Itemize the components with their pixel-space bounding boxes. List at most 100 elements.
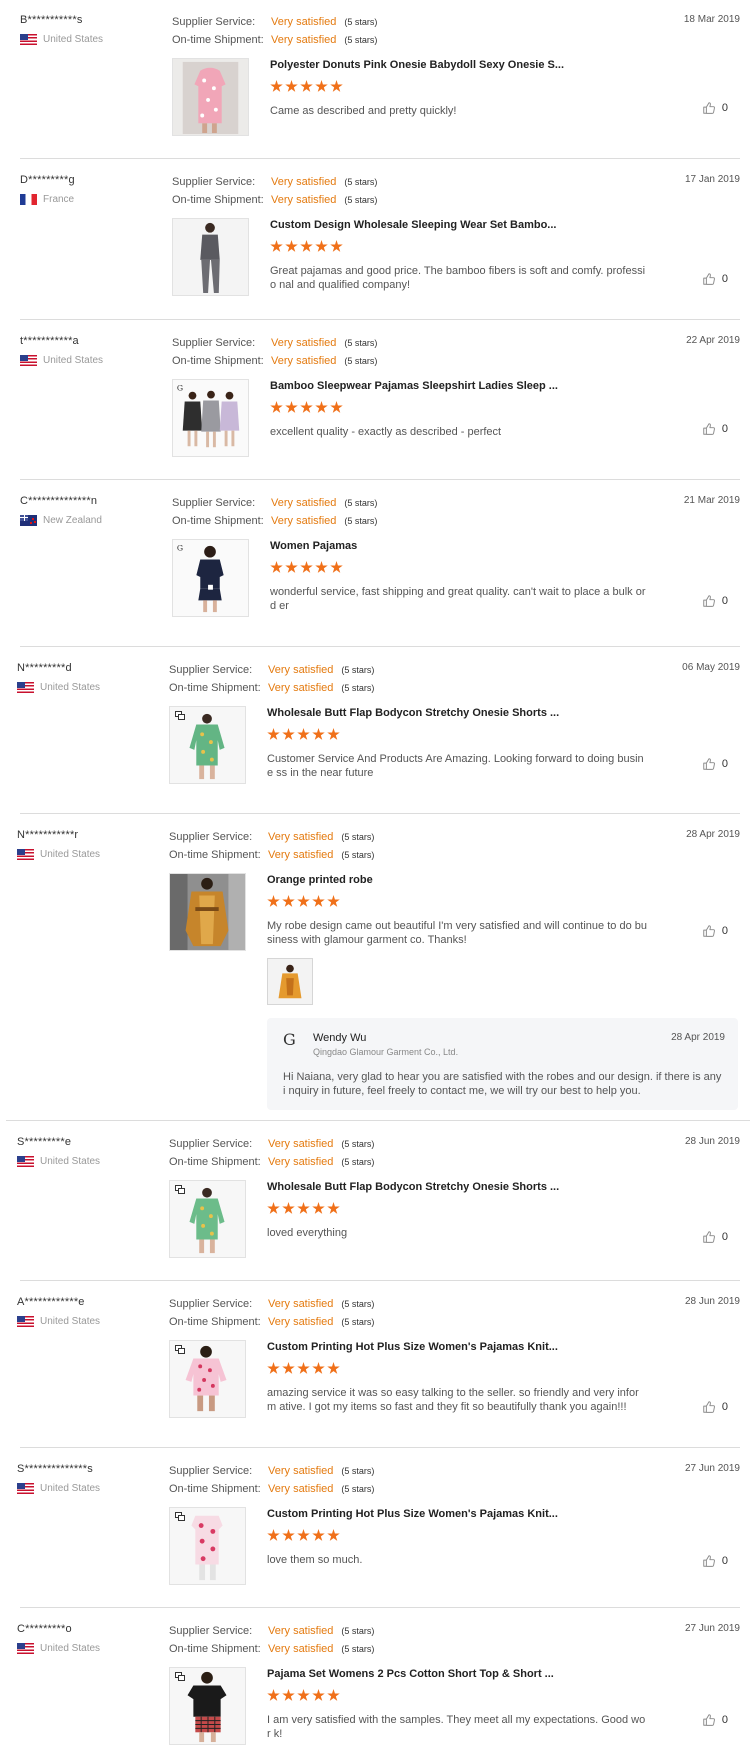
thumbs-up-icon[interactable]: [702, 422, 716, 436]
buyer-name: S**************s: [17, 1463, 93, 1475]
like-count: 0: [721, 1555, 728, 1567]
thumbs-up-icon[interactable]: [702, 1554, 716, 1568]
shipment-rating: On-time Shipment: Very satisfied (5 stars): [169, 679, 374, 697]
like-button[interactable]: 0: [702, 272, 728, 286]
like-button[interactable]: 0: [702, 594, 728, 608]
review-comment: Customer Service And Products Are Amazin…: [267, 753, 644, 779]
shipment-rating: On-time Shipment: Very satisfied (5 stars): [169, 846, 374, 864]
us-flag-icon: [17, 1642, 34, 1654]
product-thumbnail[interactable]: [169, 1507, 246, 1585]
supplier-service-rating: Supplier Service: Very satisfied (5 stars): [169, 1295, 374, 1313]
like-button[interactable]: 0: [702, 1400, 728, 1414]
thumbs-up-icon[interactable]: [702, 272, 716, 286]
thumbs-up-icon[interactable]: [702, 1400, 716, 1414]
star-icon: [297, 1689, 310, 1701]
like-button[interactable]: 0: [702, 1713, 728, 1727]
star-icon: [300, 240, 313, 252]
thumbs-up-icon[interactable]: [702, 594, 716, 608]
product-thumbnail[interactable]: [172, 218, 249, 296]
star-rating: [270, 240, 690, 254]
buyer-info: A************e United States: [17, 1295, 157, 1327]
us-flag-icon: [17, 1315, 34, 1327]
product-info: Wholesale Butt Flap Bodycon Stretchy One…: [267, 706, 687, 780]
review-date: 18 Mar 2019: [683, 14, 740, 25]
star-rating: [270, 80, 690, 94]
supplier-service-label: Supplier Service:: [169, 1298, 253, 1310]
product-title-link[interactable]: Bamboo Sleepwear Pajamas Sleepshirt Ladi…: [270, 379, 690, 393]
product-title-link[interactable]: Wholesale Butt Flap Bodycon Stretchy One…: [267, 706, 687, 720]
us-flag-icon: [20, 33, 37, 45]
product-thumbnail[interactable]: G: [172, 379, 249, 457]
shipment-value: Very satisfied: [268, 1156, 334, 1168]
supplier-service-rating: Supplier Service: Very satisfied (5 stars): [172, 173, 377, 191]
product-thumbnail[interactable]: [169, 1180, 246, 1258]
star-icon: [312, 895, 325, 907]
like-button[interactable]: 0: [702, 757, 728, 771]
product-info: Bamboo Sleepwear Pajamas Sleepshirt Ladi…: [270, 379, 690, 439]
review-date: 17 Jan 2019: [684, 174, 740, 185]
thumbs-up-icon[interactable]: [702, 1230, 716, 1244]
review-photo[interactable]: [267, 958, 313, 1005]
buyer-name: A************e: [17, 1296, 85, 1308]
ratings: Supplier Service: Very satisfied (5 stars)…: [172, 173, 377, 209]
product-title-link[interactable]: Custom Design Wholesale Sleeping Wear Se…: [270, 218, 690, 232]
like-count: 0: [721, 1231, 728, 1243]
supplier-service-value: Very satisfied: [268, 1465, 334, 1477]
shipment-label: On-time Shipment:: [169, 849, 261, 861]
shipment-label: On-time Shipment:: [172, 515, 264, 527]
france-flag-icon: [20, 193, 37, 205]
star-icon: [327, 728, 340, 740]
like-count: 0: [721, 423, 728, 435]
like-button[interactable]: 0: [702, 422, 728, 436]
product-thumbnail[interactable]: [169, 1667, 246, 1745]
star-icon: [315, 401, 328, 413]
supplier-service-stars: (5 stars): [344, 498, 378, 508]
thumbs-up-icon[interactable]: [702, 1713, 716, 1727]
product-title-link[interactable]: Custom Printing Hot Plus Size Women's Pa…: [267, 1340, 687, 1354]
like-button[interactable]: 0: [702, 101, 728, 115]
product-thumbnail[interactable]: [169, 706, 246, 784]
review-comment: love them so much.: [267, 1554, 363, 1566]
product-thumbnail[interactable]: [169, 873, 246, 951]
review-date: 28 Jun 2019: [684, 1136, 740, 1147]
review-divider: [20, 813, 740, 814]
product-thumbnail[interactable]: [172, 58, 249, 136]
product-title-link[interactable]: Wholesale Butt Flap Bodycon Stretchy One…: [267, 1180, 687, 1194]
product-thumbnail[interactable]: [169, 1340, 246, 1418]
thumbs-up-icon[interactable]: [702, 924, 716, 938]
review-comment: wonderful service, fast shipping and gre…: [270, 586, 646, 612]
shipment-value: Very satisfied: [268, 1316, 334, 1328]
star-icon: [330, 80, 343, 92]
ratings: Supplier Service: Very satisfied (5 stars)…: [169, 1295, 374, 1331]
star-rating: [267, 728, 687, 742]
thumbs-up-icon[interactable]: [702, 757, 716, 771]
reply-company: Qingdao Glamour Garment Co., Ltd.: [313, 1047, 459, 1057]
buyer-country: United States: [17, 1155, 157, 1167]
product-title-link[interactable]: Custom Printing Hot Plus Size Women's Pa…: [267, 1507, 687, 1521]
supplier-service-value: Very satisfied: [268, 1298, 334, 1310]
like-button[interactable]: 0: [702, 924, 728, 938]
supplier-logo: G: [283, 1030, 296, 1049]
product-title-link[interactable]: Polyester Donuts Pink Onesie Babydoll Se…: [270, 58, 690, 72]
supplier-service-stars: (5 stars): [341, 1139, 375, 1149]
shipment-stars: (5 stars): [341, 1317, 375, 1327]
reply-author-name: Wendy Wu: [313, 1032, 367, 1044]
review-comment: Came as described and pretty quickly!: [270, 105, 457, 117]
shipment-value: Very satisfied: [268, 849, 334, 861]
thumbs-up-icon[interactable]: [702, 101, 716, 115]
star-icon: [300, 561, 313, 573]
product-thumbnail[interactable]: G: [172, 539, 249, 617]
supplier-service-value: Very satisfied: [268, 1625, 334, 1637]
product-title-link[interactable]: Women Pajamas: [270, 539, 690, 553]
supplier-service-stars: (5 stars): [341, 665, 375, 675]
product-title-link[interactable]: Orange printed robe: [267, 873, 687, 887]
like-count: 0: [721, 102, 728, 114]
review-divider: [6, 1120, 750, 1121]
like-button[interactable]: 0: [702, 1230, 728, 1244]
buyer-country: United States: [17, 1482, 157, 1494]
product-title-link[interactable]: Pajama Set Womens 2 Pcs Cotton Short Top…: [267, 1667, 687, 1681]
like-button[interactable]: 0: [702, 1554, 728, 1568]
review-date: 22 Apr 2019: [686, 335, 740, 346]
shipment-stars: (5 stars): [341, 1484, 375, 1494]
supplier-service-value: Very satisfied: [268, 831, 334, 843]
